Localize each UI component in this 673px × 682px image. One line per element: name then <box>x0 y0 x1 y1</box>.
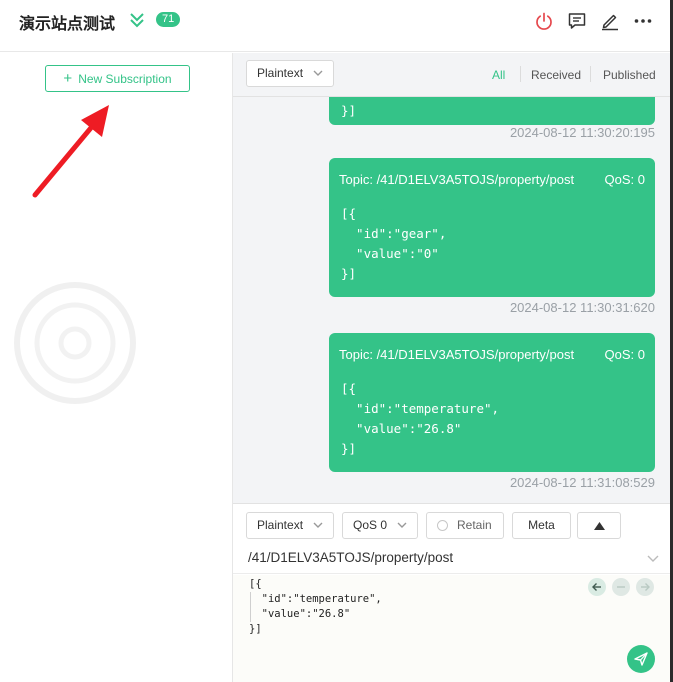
filter-received-tab[interactable]: Received <box>531 68 581 82</box>
annotation-arrow-icon <box>32 105 109 198</box>
history-reset-button[interactable] <box>612 578 630 596</box>
message-bubble: Topic: /41/D1ELV3A5TOJS/property/post Qo… <box>329 333 655 472</box>
message-time: 2024-08-12 11:30:31:620 <box>509 300 655 315</box>
chevron-down-icon[interactable] <box>647 555 659 563</box>
edit-icon[interactable] <box>600 11 620 31</box>
publish-payload-type-select[interactable]: Plaintext <box>246 512 334 539</box>
arrow-right-icon <box>641 583 650 591</box>
payload-editor-code: [{ "id":"temperature", "value":"26.8"}] <box>249 578 382 635</box>
message-list: Plaintext All Received Published }] 2024… <box>233 53 670 503</box>
meta-label: Meta <box>528 518 555 532</box>
minus-icon <box>617 586 625 588</box>
retain-label: Retain <box>457 518 492 532</box>
connection-name: 演示站点测试 <box>19 14 116 33</box>
publish-topic-value: /41/D1ELV3A5TOJS/property/post <box>248 550 454 565</box>
publish-panel: Plaintext QoS 0 Retain Meta /41/D1ELV3A5… <box>233 503 670 682</box>
filter-published-tab[interactable]: Published <box>603 68 656 82</box>
publish-qos-value: QoS 0 <box>353 518 388 532</box>
chevron-down-icon <box>313 522 323 528</box>
chevron-down-icon <box>313 70 323 76</box>
new-subscription-button[interactable]: + New Subscription <box>45 65 190 92</box>
double-chevron-down-icon[interactable] <box>128 11 146 29</box>
filter-all-tab[interactable]: All <box>492 68 505 82</box>
retain-toggle[interactable]: Retain <box>426 512 504 539</box>
caret-up-icon <box>594 522 605 530</box>
watermark-logo-icon <box>14 282 136 404</box>
payload-type-value: Plaintext <box>257 66 304 80</box>
message-count-badge: 71 <box>156 12 181 27</box>
publish-topic-input[interactable]: /41/D1ELV3A5TOJS/property/post <box>233 542 670 574</box>
send-icon <box>634 652 648 666</box>
expand-publish-button[interactable] <box>577 512 621 539</box>
arrow-left-icon <box>592 583 601 591</box>
message-topic: Topic: /41/D1ELV3A5TOJS/property/post <box>339 347 575 362</box>
message-topic: Topic: /41/D1ELV3A5TOJS/property/post <box>339 172 575 187</box>
meta-button[interactable]: Meta <box>512 512 571 539</box>
message-bubble: Topic: /41/D1ELV3A5TOJS/property/post Qo… <box>329 158 655 297</box>
publish-qos-select[interactable]: QoS 0 <box>342 512 418 539</box>
new-subscription-label: New Subscription <box>78 71 172 86</box>
radio-icon <box>437 520 448 531</box>
message-time: 2024-08-12 11:31:08:529 <box>509 475 655 490</box>
message-toolbar: Plaintext All Received Published <box>233 53 670 97</box>
message-time: 2024-08-12 11:30:20:195 <box>509 125 655 140</box>
history-back-button[interactable] <box>588 578 606 596</box>
message-qos: QoS: 0 <box>604 172 645 187</box>
message-qos: QoS: 0 <box>604 347 645 362</box>
message-payload: }] <box>341 103 357 118</box>
plus-icon: + <box>63 70 73 87</box>
filter-divider <box>590 66 591 82</box>
filter-divider <box>520 66 521 82</box>
connection-header: 演示站点测试 71 <box>0 0 670 52</box>
message-payload: [{ "id":"temperature", "value":"26.8"}] <box>341 381 500 456</box>
app-window: 演示站点测试 71 + New Subscription Plaintext A… <box>0 0 673 682</box>
history-forward-button[interactable] <box>636 578 654 596</box>
payload-editor[interactable]: [{ "id":"temperature", "value":"26.8"}] <box>233 575 670 682</box>
chevron-down-icon <box>397 522 407 528</box>
send-button[interactable] <box>627 645 655 673</box>
payload-type-select[interactable]: Plaintext <box>246 60 334 87</box>
power-icon[interactable] <box>534 11 554 31</box>
comment-icon[interactable] <box>567 11 587 31</box>
publish-payload-type-value: Plaintext <box>257 518 304 532</box>
more-icon[interactable] <box>633 11 653 31</box>
message-payload: [{ "id":"gear", "value":"0"}] <box>341 206 447 281</box>
